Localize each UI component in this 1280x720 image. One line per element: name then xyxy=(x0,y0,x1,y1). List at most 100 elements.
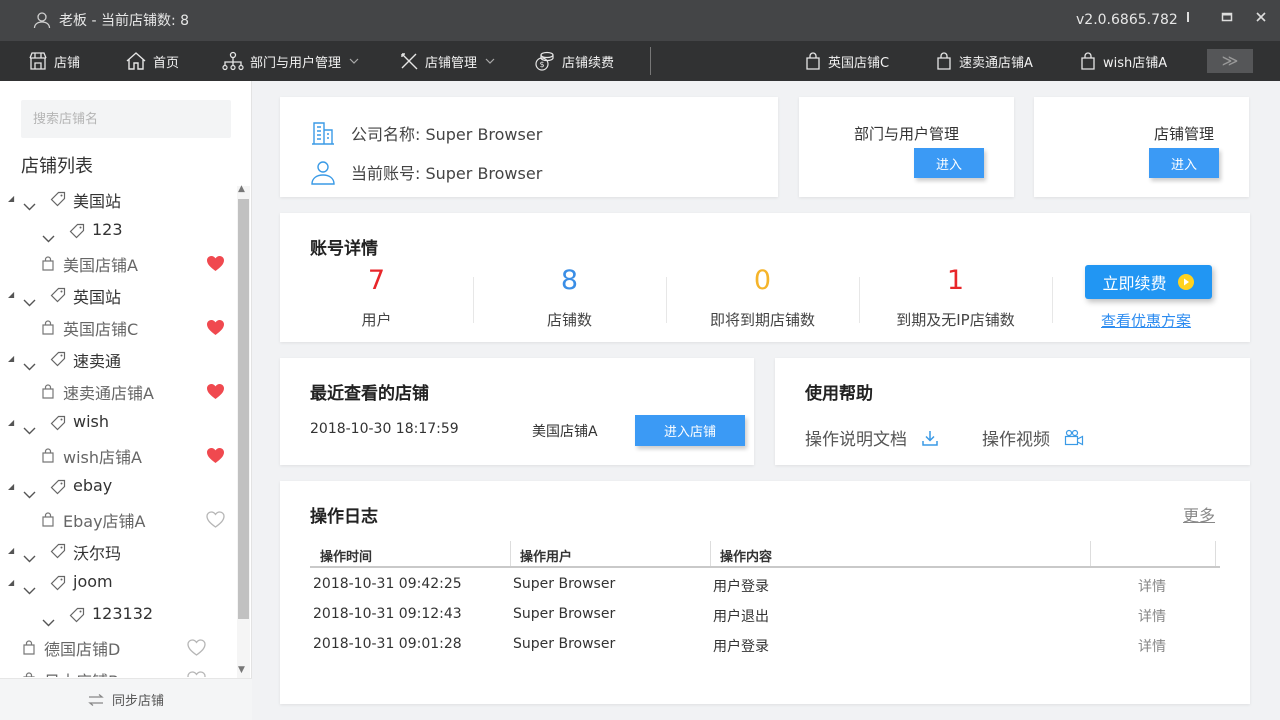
video-camera-icon xyxy=(1064,429,1084,445)
dept-card-title: 部门与用户管理 xyxy=(853,125,959,143)
tree-group[interactable]: ◢ 英国站 xyxy=(0,281,236,311)
tree-group[interactable]: ◢ joom xyxy=(0,569,236,599)
tree-group[interactable]: 123 xyxy=(0,217,236,247)
double-chevron-right-icon: ≫ xyxy=(1221,51,1239,70)
shop-search-input[interactable] xyxy=(21,100,231,138)
shop-list-title: 店铺列表 xyxy=(21,156,93,177)
shop-tab-uk-c[interactable]: 英国店铺C xyxy=(804,41,889,81)
stat-users-value: 7 xyxy=(367,265,386,296)
tree-group[interactable]: ◢ 沃尔玛 xyxy=(0,537,236,567)
more-logs-link[interactable]: 更多 xyxy=(1183,502,1215,526)
log-detail-link[interactable]: 详情 xyxy=(1138,576,1166,596)
expand-triangle-icon[interactable]: ◢ xyxy=(8,578,14,587)
recent-shop-time: 2018-10-30 18:17:59 xyxy=(310,421,459,437)
stat-expired-value: 1 xyxy=(946,265,965,296)
expand-triangle-icon[interactable]: ◢ xyxy=(8,194,14,203)
tree-shop-item[interactable]: 速卖通店铺A xyxy=(0,377,236,407)
recent-shop-name: 美国店铺A xyxy=(532,424,598,440)
nav-renew-label: 店铺续费 xyxy=(562,55,615,71)
nav-renew[interactable]: $ 店铺续费 xyxy=(534,41,614,81)
tree-shop-item[interactable]: 日本店铺B xyxy=(0,665,236,677)
tree-shop-item[interactable]: wish店铺A xyxy=(0,441,236,471)
log-detail-link[interactable]: 详情 xyxy=(1138,606,1166,626)
enter-shop-button[interactable]: 进入店铺 xyxy=(635,415,745,446)
renew-now-button[interactable]: 立即续费 xyxy=(1085,265,1212,299)
tree-group[interactable]: ◢ 美国站 xyxy=(0,185,236,215)
help-video-link[interactable]: 操作视频 xyxy=(982,425,1084,450)
building-icon xyxy=(312,122,334,145)
sync-shops-button[interactable]: 同步店铺 xyxy=(0,678,252,720)
favorite-toggle[interactable] xyxy=(187,639,206,660)
shop-tab-aliexpress-a[interactable]: 速卖通店铺A xyxy=(935,41,1033,81)
col-divider xyxy=(1215,541,1216,566)
help-title: 使用帮助 xyxy=(805,384,873,404)
tree-shop-item[interactable]: 美国店铺A xyxy=(0,249,236,279)
close-button[interactable] xyxy=(1250,8,1272,30)
bag-icon xyxy=(23,672,35,677)
favorite-toggle[interactable] xyxy=(206,447,225,468)
chevron-down-icon xyxy=(485,58,495,64)
tree-shop-item[interactable]: 英国店铺C xyxy=(0,313,236,343)
chevron-down-icon xyxy=(23,427,36,435)
shop-tab-wish-a[interactable]: wish店铺A xyxy=(1079,41,1167,81)
minimize-button[interactable] xyxy=(1181,8,1203,30)
view-offers-link[interactable]: 查看优惠方案 xyxy=(1101,310,1191,331)
chevron-down-icon xyxy=(42,235,55,243)
maximize-button[interactable] xyxy=(1216,8,1238,30)
stat-expired-noip: 1 到期及无IP店铺数 xyxy=(859,263,1052,330)
heart-filled-icon xyxy=(207,320,224,335)
stat-shops: 8 店铺数 xyxy=(473,263,666,330)
nav-home[interactable]: 首页 xyxy=(125,41,179,81)
nav-shops[interactable]: 店铺 xyxy=(28,41,80,81)
scroll-down-arrow-icon[interactable]: ▼ xyxy=(238,665,245,675)
tree-shop-item[interactable]: Ebay店铺A xyxy=(0,505,236,535)
sidebar: 店铺列表 ◢ 美国站 123 美国店铺A ◢ 英国站英国店铺C ◢ 速卖通速卖通店铺A ◢ wis… xyxy=(0,81,252,720)
heart-outline-icon xyxy=(187,671,206,677)
bag-icon xyxy=(42,320,54,335)
col-content-header: 操作内容 xyxy=(720,550,773,565)
tree-group-label: 沃尔玛 xyxy=(73,544,122,563)
favorite-toggle[interactable] xyxy=(206,383,225,404)
account-details-card: 账号详情 7 用户 8 店铺数 0 即将到期店铺数 1 到期及无IP店铺数 立即… xyxy=(280,213,1250,342)
favorite-toggle[interactable] xyxy=(187,671,206,677)
operation-log-table: 操作时间 操作用户 操作内容 2018-10-31 09:42:25 Super… xyxy=(310,541,1220,660)
help-doc-link[interactable]: 操作说明文档 xyxy=(805,425,939,450)
tree-group[interactable]: ◢ 速卖通 xyxy=(0,345,236,375)
more-tabs-button[interactable]: ≫ xyxy=(1207,49,1253,73)
shop-enter-button[interactable]: 进入 xyxy=(1149,148,1219,178)
expand-triangle-icon[interactable]: ◢ xyxy=(8,546,14,555)
favorite-toggle[interactable] xyxy=(206,255,225,276)
tree-shop-item[interactable]: 德国店铺D xyxy=(0,633,236,663)
account-details-title: 账号详情 xyxy=(310,239,378,259)
nav-divider xyxy=(650,47,651,75)
help-card: 使用帮助 操作说明文档 操作视频 xyxy=(775,358,1250,465)
log-detail-link[interactable]: 详情 xyxy=(1138,636,1166,656)
tree-shop-label: 日本店铺B xyxy=(44,668,119,677)
dept-enter-button[interactable]: 进入 xyxy=(914,148,984,178)
bag-icon xyxy=(23,640,35,655)
tree-shop-label: 美国店铺A xyxy=(63,256,138,275)
favorite-toggle[interactable] xyxy=(206,319,225,340)
renew-now-label: 立即续费 xyxy=(1102,274,1167,293)
tree-group[interactable]: ◢ ebay xyxy=(0,473,236,503)
expand-triangle-icon[interactable]: ◢ xyxy=(8,482,14,491)
expand-triangle-icon[interactable]: ◢ xyxy=(8,418,14,427)
recent-shops-card: 最近查看的店铺 2018-10-30 18:17:59 美国店铺A 进入店铺 xyxy=(280,358,754,465)
nav-shop-mgmt[interactable]: 店铺管理 xyxy=(399,41,495,81)
tag-icon xyxy=(50,351,66,367)
tree-group[interactable]: 123132 xyxy=(0,601,236,631)
tree-group[interactable]: ◢ wish xyxy=(0,409,236,439)
nav-dept[interactable]: 部门与用户管理 xyxy=(222,41,359,81)
operation-log-title: 操作日志 xyxy=(310,507,378,527)
nav-shop-mgmt-label: 店铺管理 xyxy=(425,55,478,71)
scroll-up-arrow-icon[interactable]: ▲ xyxy=(238,184,245,194)
chevron-down-icon xyxy=(23,299,36,307)
stat-expiring: 0 即将到期店铺数 xyxy=(666,263,859,330)
col-user-header: 操作用户 xyxy=(520,550,573,565)
scrollbar-thumb[interactable] xyxy=(238,199,249,619)
favorite-toggle[interactable] xyxy=(206,511,225,532)
expand-triangle-icon[interactable]: ◢ xyxy=(8,290,14,299)
stat-users-label: 用户 xyxy=(361,311,392,329)
log-user: Super Browser xyxy=(513,636,616,652)
expand-triangle-icon[interactable]: ◢ xyxy=(8,354,14,363)
